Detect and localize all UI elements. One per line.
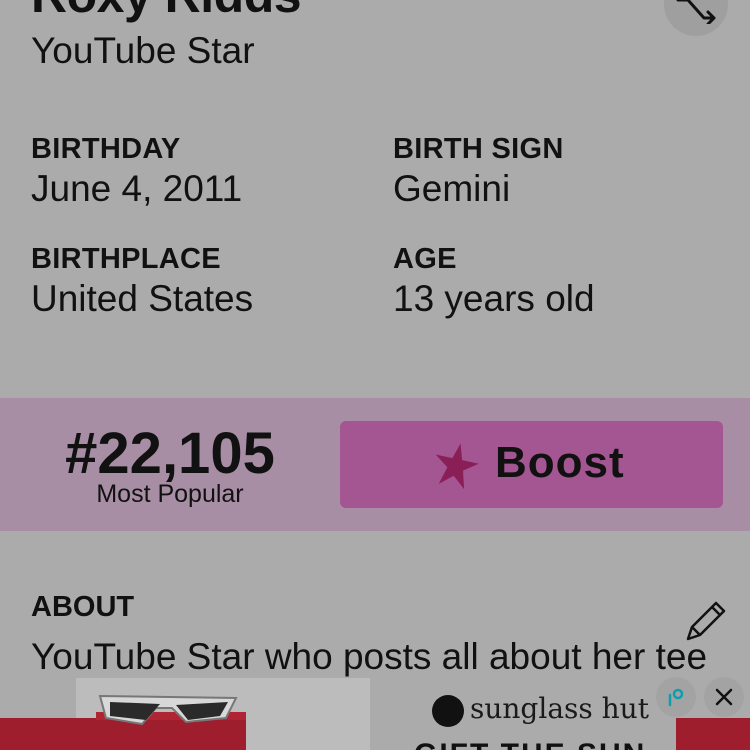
ad-brand-name: sunglass hut — [470, 692, 649, 725]
birthplace-value[interactable]: United States — [31, 278, 253, 320]
shuffle-button[interactable] — [664, 0, 728, 36]
close-icon — [715, 688, 733, 706]
birthday-label: BIRTHDAY — [31, 133, 181, 165]
boost-label: Boost — [495, 438, 625, 487]
shuffle-icon — [676, 0, 716, 24]
sunglasses-image — [76, 694, 246, 750]
about-text: YouTube Star who posts all about her tee — [31, 636, 708, 677]
birthplace-label: BIRTHPLACE — [31, 243, 221, 275]
birth-sign-label: BIRTH SIGN — [393, 133, 564, 165]
ad-choices-button[interactable] — [656, 677, 696, 717]
star-icon — [435, 443, 479, 489]
ad-background-left — [0, 718, 76, 750]
ad-tagline: GIFT THE SUN — [414, 738, 646, 750]
boost-button[interactable]: Boost — [340, 421, 723, 508]
celebrity-profession[interactable]: YouTube Star — [31, 30, 255, 72]
age-value: 13 years old — [393, 278, 595, 319]
ad-background-right — [676, 718, 750, 750]
brand-logo — [432, 695, 464, 727]
birth-sign-value[interactable]: Gemini — [393, 168, 510, 210]
popularity-label: Most Popular — [96, 480, 244, 508]
about-heading: ABOUT — [31, 591, 135, 623]
age-label: AGE — [393, 243, 457, 275]
popularity-rank: #22,105 — [65, 421, 275, 486]
ad-choices-icon — [668, 688, 684, 707]
ad-close-button[interactable] — [704, 677, 744, 717]
birthday-value[interactable]: June 4, 2011 — [31, 168, 242, 210]
ad-panel[interactable]: sunglass hut GIFT THE SUN — [370, 678, 676, 750]
celebrity-name: Roxy Ridds — [31, 0, 302, 24]
ad-product-image[interactable] — [76, 678, 370, 750]
